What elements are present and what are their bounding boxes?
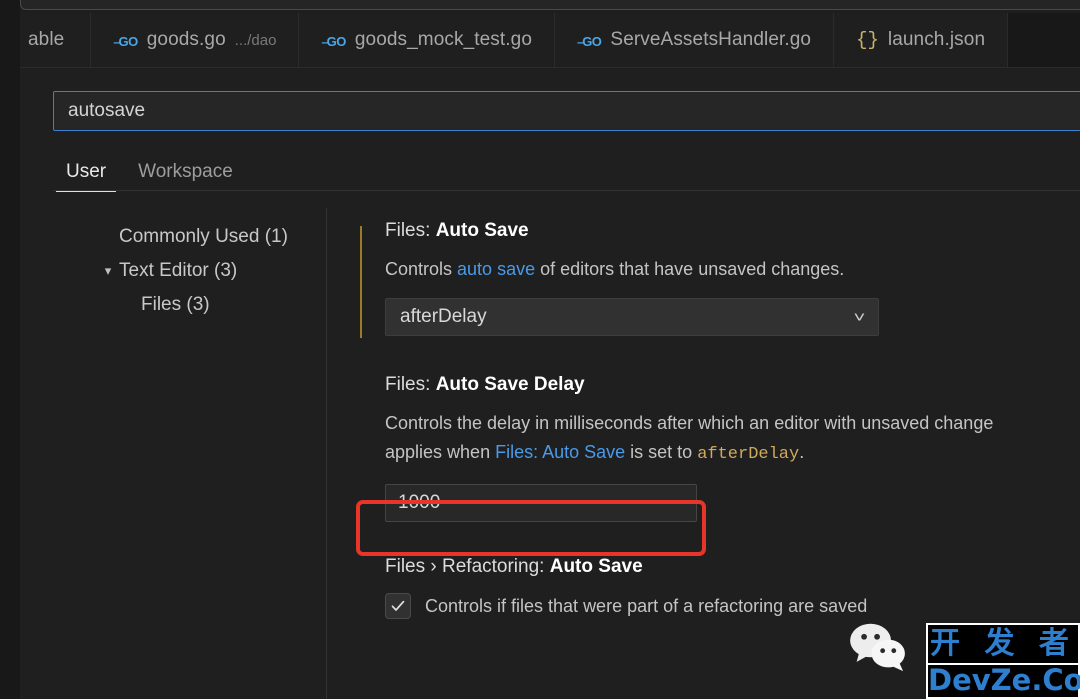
setting-description: Controls the delay in milliseconds after… xyxy=(385,409,1080,469)
setting-category: Files: xyxy=(385,374,436,396)
setting-files-refactoring-auto-save: Files › Refactoring: Auto Save Controls … xyxy=(360,556,1080,621)
desc-line-1: Controls the delay in milliseconds after… xyxy=(385,409,1080,438)
editor-tab-bar: able GO goods.go .../dao GO goods_mock_t… xyxy=(20,13,1080,68)
desc-line-2: applies when Files: Auto Save is set to … xyxy=(385,438,1080,469)
settings-scope-tabs: User Workspace xyxy=(56,158,243,192)
desc-link-files-auto-save[interactable]: Files: Auto Save xyxy=(495,442,625,462)
editor-tab-goods-go[interactable]: GO goods.go .../dao xyxy=(91,13,300,67)
editor-tab-clipped[interactable]: able xyxy=(20,13,92,67)
refactoring-auto-save-row: Controls if files that were part of a re… xyxy=(385,592,1080,621)
setting-title: Files: Auto Save xyxy=(385,220,1080,242)
chevron-down-icon: ˅ xyxy=(853,308,866,326)
setting-files-auto-save: Files: Auto Save Controls auto save of e… xyxy=(360,220,1080,338)
desc-text: is set to xyxy=(625,442,698,463)
modified-indicator xyxy=(360,226,362,338)
editor-tab-label: goods_mock_test.go xyxy=(354,29,532,50)
vscode-settings-window: able GO goods.go .../dao GO goods_mock_t… xyxy=(0,0,1080,699)
toc-item-label: Files (3) xyxy=(141,294,210,315)
editor-tab-goods-mock-test-go[interactable]: GO goods_mock_test.go xyxy=(299,13,555,67)
go-file-icon: GO xyxy=(113,34,139,49)
desc-text: . xyxy=(799,442,805,463)
toc-item-text-editor[interactable]: ▾ Text Editor (3) xyxy=(53,254,326,288)
desc-text: Controls xyxy=(385,259,458,279)
setting-files-auto-save-delay: Files: Auto Save Delay Controls the dela… xyxy=(360,374,1080,522)
desc-text: Controls the delay in milliseconds after… xyxy=(385,413,994,434)
auto-save-delay-input[interactable] xyxy=(385,483,697,522)
chevron-down-icon: ▾ xyxy=(104,263,112,278)
json-file-icon: {} xyxy=(856,29,879,51)
editor-tab-path: .../dao xyxy=(234,31,277,49)
settings-toc: Commonly Used (1) ▾ Text Editor (3) File… xyxy=(53,216,326,322)
auto-save-select[interactable]: afterDelay ˅ xyxy=(385,298,879,337)
go-file-icon: GO xyxy=(577,34,602,49)
activity-bar-strip xyxy=(0,0,20,699)
setting-name: Auto Save Delay xyxy=(435,374,585,396)
desc-link-auto-save[interactable]: auto save xyxy=(457,259,535,279)
editor-tab-launch-json[interactable]: {} launch.json xyxy=(834,13,1009,67)
settings-search-input[interactable] xyxy=(53,91,1080,131)
tab-user[interactable]: User xyxy=(56,161,117,192)
setting-category: Files: xyxy=(385,220,436,241)
refactoring-auto-save-label: Controls if files that were part of a re… xyxy=(425,595,868,616)
scope-tabs-divider xyxy=(53,190,1080,191)
toc-divider xyxy=(326,208,327,699)
setting-name: Auto Save xyxy=(549,555,643,577)
auto-save-select-value: afterDelay xyxy=(400,306,487,328)
editor-tab-label: able xyxy=(28,29,65,50)
setting-description: Controls auto save of editors that have … xyxy=(385,255,1080,284)
settings-list: Files: Auto Save Controls auto save of e… xyxy=(360,220,1080,699)
toc-item-label: Commonly Used (1) xyxy=(119,226,288,247)
desc-text: applies when xyxy=(385,442,496,463)
settings-search-wrapper xyxy=(53,91,1080,131)
editor-tab-label: launch.json xyxy=(887,29,986,50)
desc-code-afterdelay: afterDelay xyxy=(697,445,800,465)
top-rounded-widget xyxy=(20,0,1080,10)
tab-workspace[interactable]: Workspace xyxy=(128,161,243,192)
desc-text: of editors that have unsaved changes. xyxy=(535,259,845,279)
toc-item-commonly-used[interactable]: Commonly Used (1) xyxy=(53,220,326,254)
go-file-icon: GO xyxy=(321,34,347,49)
toc-item-label: Text Editor (3) xyxy=(119,260,238,281)
editor-tab-label: goods.go xyxy=(146,29,226,50)
setting-title: Files › Refactoring: Auto Save xyxy=(385,556,1080,578)
setting-name: Auto Save xyxy=(435,220,529,241)
settings-editor: User Workspace Commonly Used (1) ▾ Text … xyxy=(20,68,1080,699)
toc-item-files[interactable]: Files (3) xyxy=(53,288,326,322)
editor-tab-label: ServeAssetsHandler.go xyxy=(610,29,812,50)
editor-tab-serveassetshandler-go[interactable]: GO ServeAssetsHandler.go xyxy=(555,13,835,67)
setting-category: Files › Refactoring: xyxy=(385,555,550,577)
refactoring-auto-save-checkbox[interactable] xyxy=(385,593,411,620)
setting-title: Files: Auto Save Delay xyxy=(385,374,1080,396)
